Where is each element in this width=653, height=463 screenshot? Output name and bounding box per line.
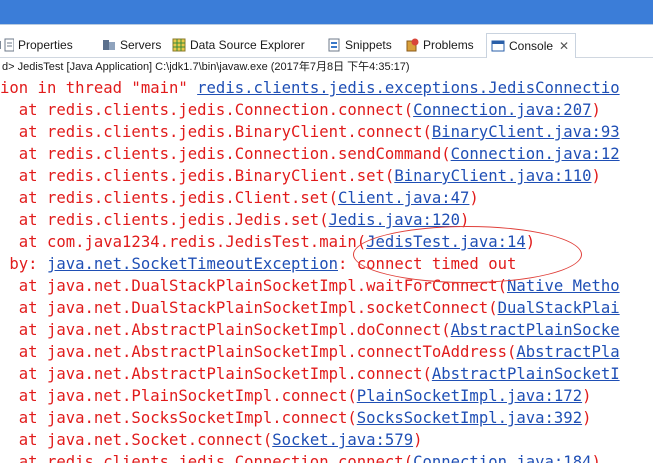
console-line-text: at java.net.PlainSocketImpl.connect( [0, 387, 357, 405]
highlight-ellipse [353, 226, 582, 283]
console-line-suffix: ) [591, 167, 601, 185]
console-line-suffix: ) [582, 387, 592, 405]
stack-trace-link[interactable]: AbstractPlainSocke [451, 321, 620, 339]
tab-problems-label: Problems [423, 38, 474, 52]
console-line-text: at java.net.Socket.connect( [0, 431, 273, 449]
stack-trace-link[interactable]: BinaryClient.java:93 [432, 123, 620, 141]
console-line: at redis.clients.jedis.Connection.connec… [0, 99, 601, 121]
console-line-text: at java.net.DualStackPlainSocketImpl.soc… [0, 299, 498, 317]
console-line: at java.net.AbstractPlainSocketImpl.doCo… [0, 319, 620, 341]
stack-trace-link[interactable]: java.net.SocketTimeoutException [47, 255, 338, 273]
stack-trace-link[interactable]: SocksSocketImpl.java:392 [357, 409, 582, 427]
close-icon[interactable]: ✕ [559, 39, 569, 53]
servers-icon [102, 38, 116, 52]
tab-problems[interactable]: Problems [405, 34, 474, 56]
tab-servers[interactable]: Servers [102, 34, 161, 56]
stack-trace-link[interactable]: PlainSocketImpl.java:172 [357, 387, 582, 405]
console-line-text: at java.net.SocksSocketImpl.connect( [0, 409, 357, 427]
stack-trace-link[interactable]: Socket.java:579 [272, 431, 413, 449]
stack-trace-link[interactable]: Connection.java:184 [413, 453, 591, 463]
console-line: at java.net.SocksSocketImpl.connect(Sock… [0, 407, 592, 429]
properties-icon [0, 38, 15, 52]
data-source-icon [172, 38, 186, 52]
console-line: at redis.clients.jedis.Client.set(Client… [0, 187, 479, 209]
console-line-text: at redis.clients.jedis.Client.set( [0, 189, 338, 207]
console-line-suffix: ) [591, 101, 601, 119]
problems-icon [405, 38, 419, 52]
stack-trace-link[interactable]: AbstractPla [516, 343, 619, 361]
console-line-text: ion in thread "main" [0, 79, 198, 97]
console-line-text: at redis.clients.jedis.BinaryClient.conn… [0, 123, 432, 141]
stack-trace-link[interactable]: redis.clients.jedis.exceptions.JedisConn… [197, 79, 619, 97]
console-line: ion in thread "main" redis.clients.jedis… [0, 77, 620, 99]
console-line-text: by: [0, 255, 47, 273]
console-line: at java.net.AbstractPlainSocketImpl.conn… [0, 363, 620, 385]
title-bar-strip [0, 0, 653, 25]
console-line-text: at java.net.AbstractPlainSocketImpl.doCo… [0, 321, 451, 339]
console-line-text: at java.net.AbstractPlainSocketImpl.conn… [0, 343, 517, 361]
console-line-text: at redis.clients.jedis.Connection.sendCo… [0, 145, 451, 163]
console-line: at redis.clients.jedis.Jedis.set(Jedis.j… [0, 209, 470, 231]
console-line-text: at java.net.AbstractPlainSocketImpl.conn… [0, 365, 432, 383]
tab-snippets-label: Snippets [345, 38, 392, 52]
tab-data-source-explorer-label: Data Source Explorer [190, 38, 305, 52]
tab-servers-label: Servers [120, 38, 162, 52]
console-line: at java.net.Socket.connect(Socket.java:5… [0, 429, 423, 451]
console-line-text: at redis.clients.jedis.Connection.connec… [0, 101, 414, 119]
console-icon [491, 39, 505, 53]
console-line: at redis.clients.jedis.BinaryClient.conn… [0, 121, 620, 143]
stack-trace-link[interactable]: Native Metho [507, 277, 620, 295]
console-line: at redis.clients.jedis.BinaryClient.set(… [0, 165, 601, 187]
console-line-suffix: ) [469, 189, 479, 207]
stack-trace-link[interactable]: Connection.java:12 [451, 145, 620, 163]
console-line: at java.net.PlainSocketImpl.connect(Plai… [0, 385, 592, 407]
tab-snippets[interactable]: Snippets [327, 34, 392, 56]
console-line: at java.net.DualStackPlainSocketImpl.soc… [0, 297, 620, 319]
snippets-icon [327, 38, 341, 52]
console-line: at redis.clients.jedis.Connection.sendCo… [0, 143, 620, 165]
console-line-suffix: ) [413, 431, 423, 449]
stack-trace-link[interactable]: BinaryClient.java:110 [394, 167, 591, 185]
stack-trace-link[interactable]: AbstractPlainSocketI [432, 365, 620, 383]
tab-console[interactable]: Console ✕ [486, 33, 577, 58]
console-line-suffix: ) [591, 453, 601, 463]
console-process-label: d> JedisTest [Java Application] C:\jdk1.… [2, 61, 410, 73]
console-line-text: at redis.clients.jedis.BinaryClient.set( [0, 167, 395, 185]
stack-trace-link[interactable]: Connection.java:207 [413, 101, 591, 119]
tab-console-label: Console [509, 39, 554, 53]
tab-properties-label: Properties [18, 38, 73, 52]
console-line: at redis.clients.jedis.Connection.connec… [0, 451, 601, 463]
stack-trace-link[interactable]: DualStackPlai [498, 299, 620, 317]
console-line-suffix: ) [582, 409, 592, 427]
stack-trace-link[interactable]: Client.java:47 [338, 189, 469, 207]
view-tab-bar: Properties Servers Data Source Explorer … [0, 31, 653, 58]
tab-data-source-explorer[interactable]: Data Source Explorer [172, 34, 305, 56]
console-line: at java.net.AbstractPlainSocketImpl.conn… [0, 341, 620, 363]
console-line-text: at redis.clients.jedis.Connection.connec… [0, 453, 414, 463]
console-line-text: at redis.clients.jedis.Jedis.set( [0, 211, 329, 229]
console-line-text: at com.java1234.redis.JedisTest.main( [0, 233, 367, 251]
tab-properties[interactable]: Properties [0, 34, 73, 56]
